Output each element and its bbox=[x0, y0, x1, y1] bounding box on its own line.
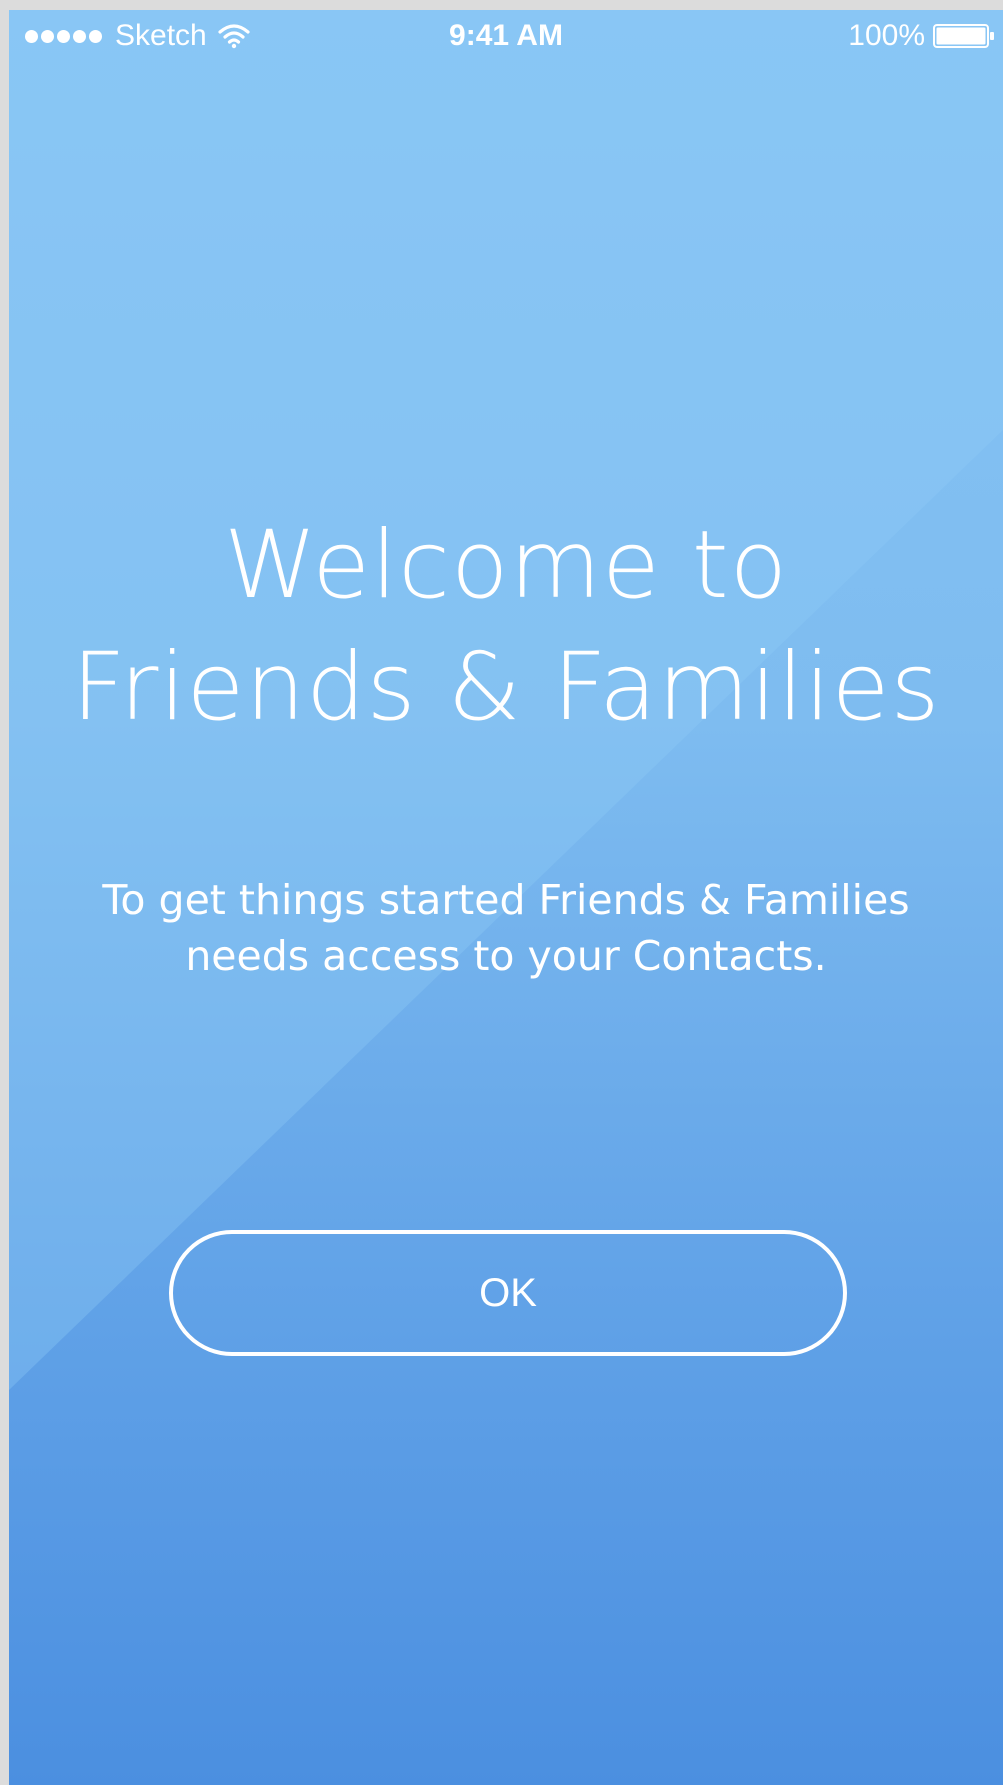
message-line2: needs access to your Contacts. bbox=[185, 932, 827, 980]
battery-fill bbox=[936, 27, 986, 45]
welcome-title-line2: Friends & Families bbox=[71, 633, 941, 742]
contacts-permission-message: To get things started Friends & Families… bbox=[9, 872, 1003, 984]
phone-screen: Sketch 9:41 AM 100% Welcome to Friends &… bbox=[9, 10, 1003, 1785]
battery-icon bbox=[933, 24, 994, 48]
welcome-title: Welcome to Friends & Families bbox=[9, 505, 1003, 749]
status-right: 100% bbox=[848, 19, 995, 52]
battery-percent: 100% bbox=[848, 19, 925, 52]
ok-button[interactable]: OK bbox=[169, 1230, 847, 1356]
status-bar: Sketch 9:41 AM 100% bbox=[9, 10, 1003, 62]
ok-button-label: OK bbox=[479, 1270, 537, 1315]
welcome-title-line1: Welcome to bbox=[223, 511, 789, 620]
frame-background: Sketch 9:41 AM 100% Welcome to Friends &… bbox=[0, 0, 1003, 1785]
message-line1: To get things started Friends & Families bbox=[102, 876, 910, 924]
